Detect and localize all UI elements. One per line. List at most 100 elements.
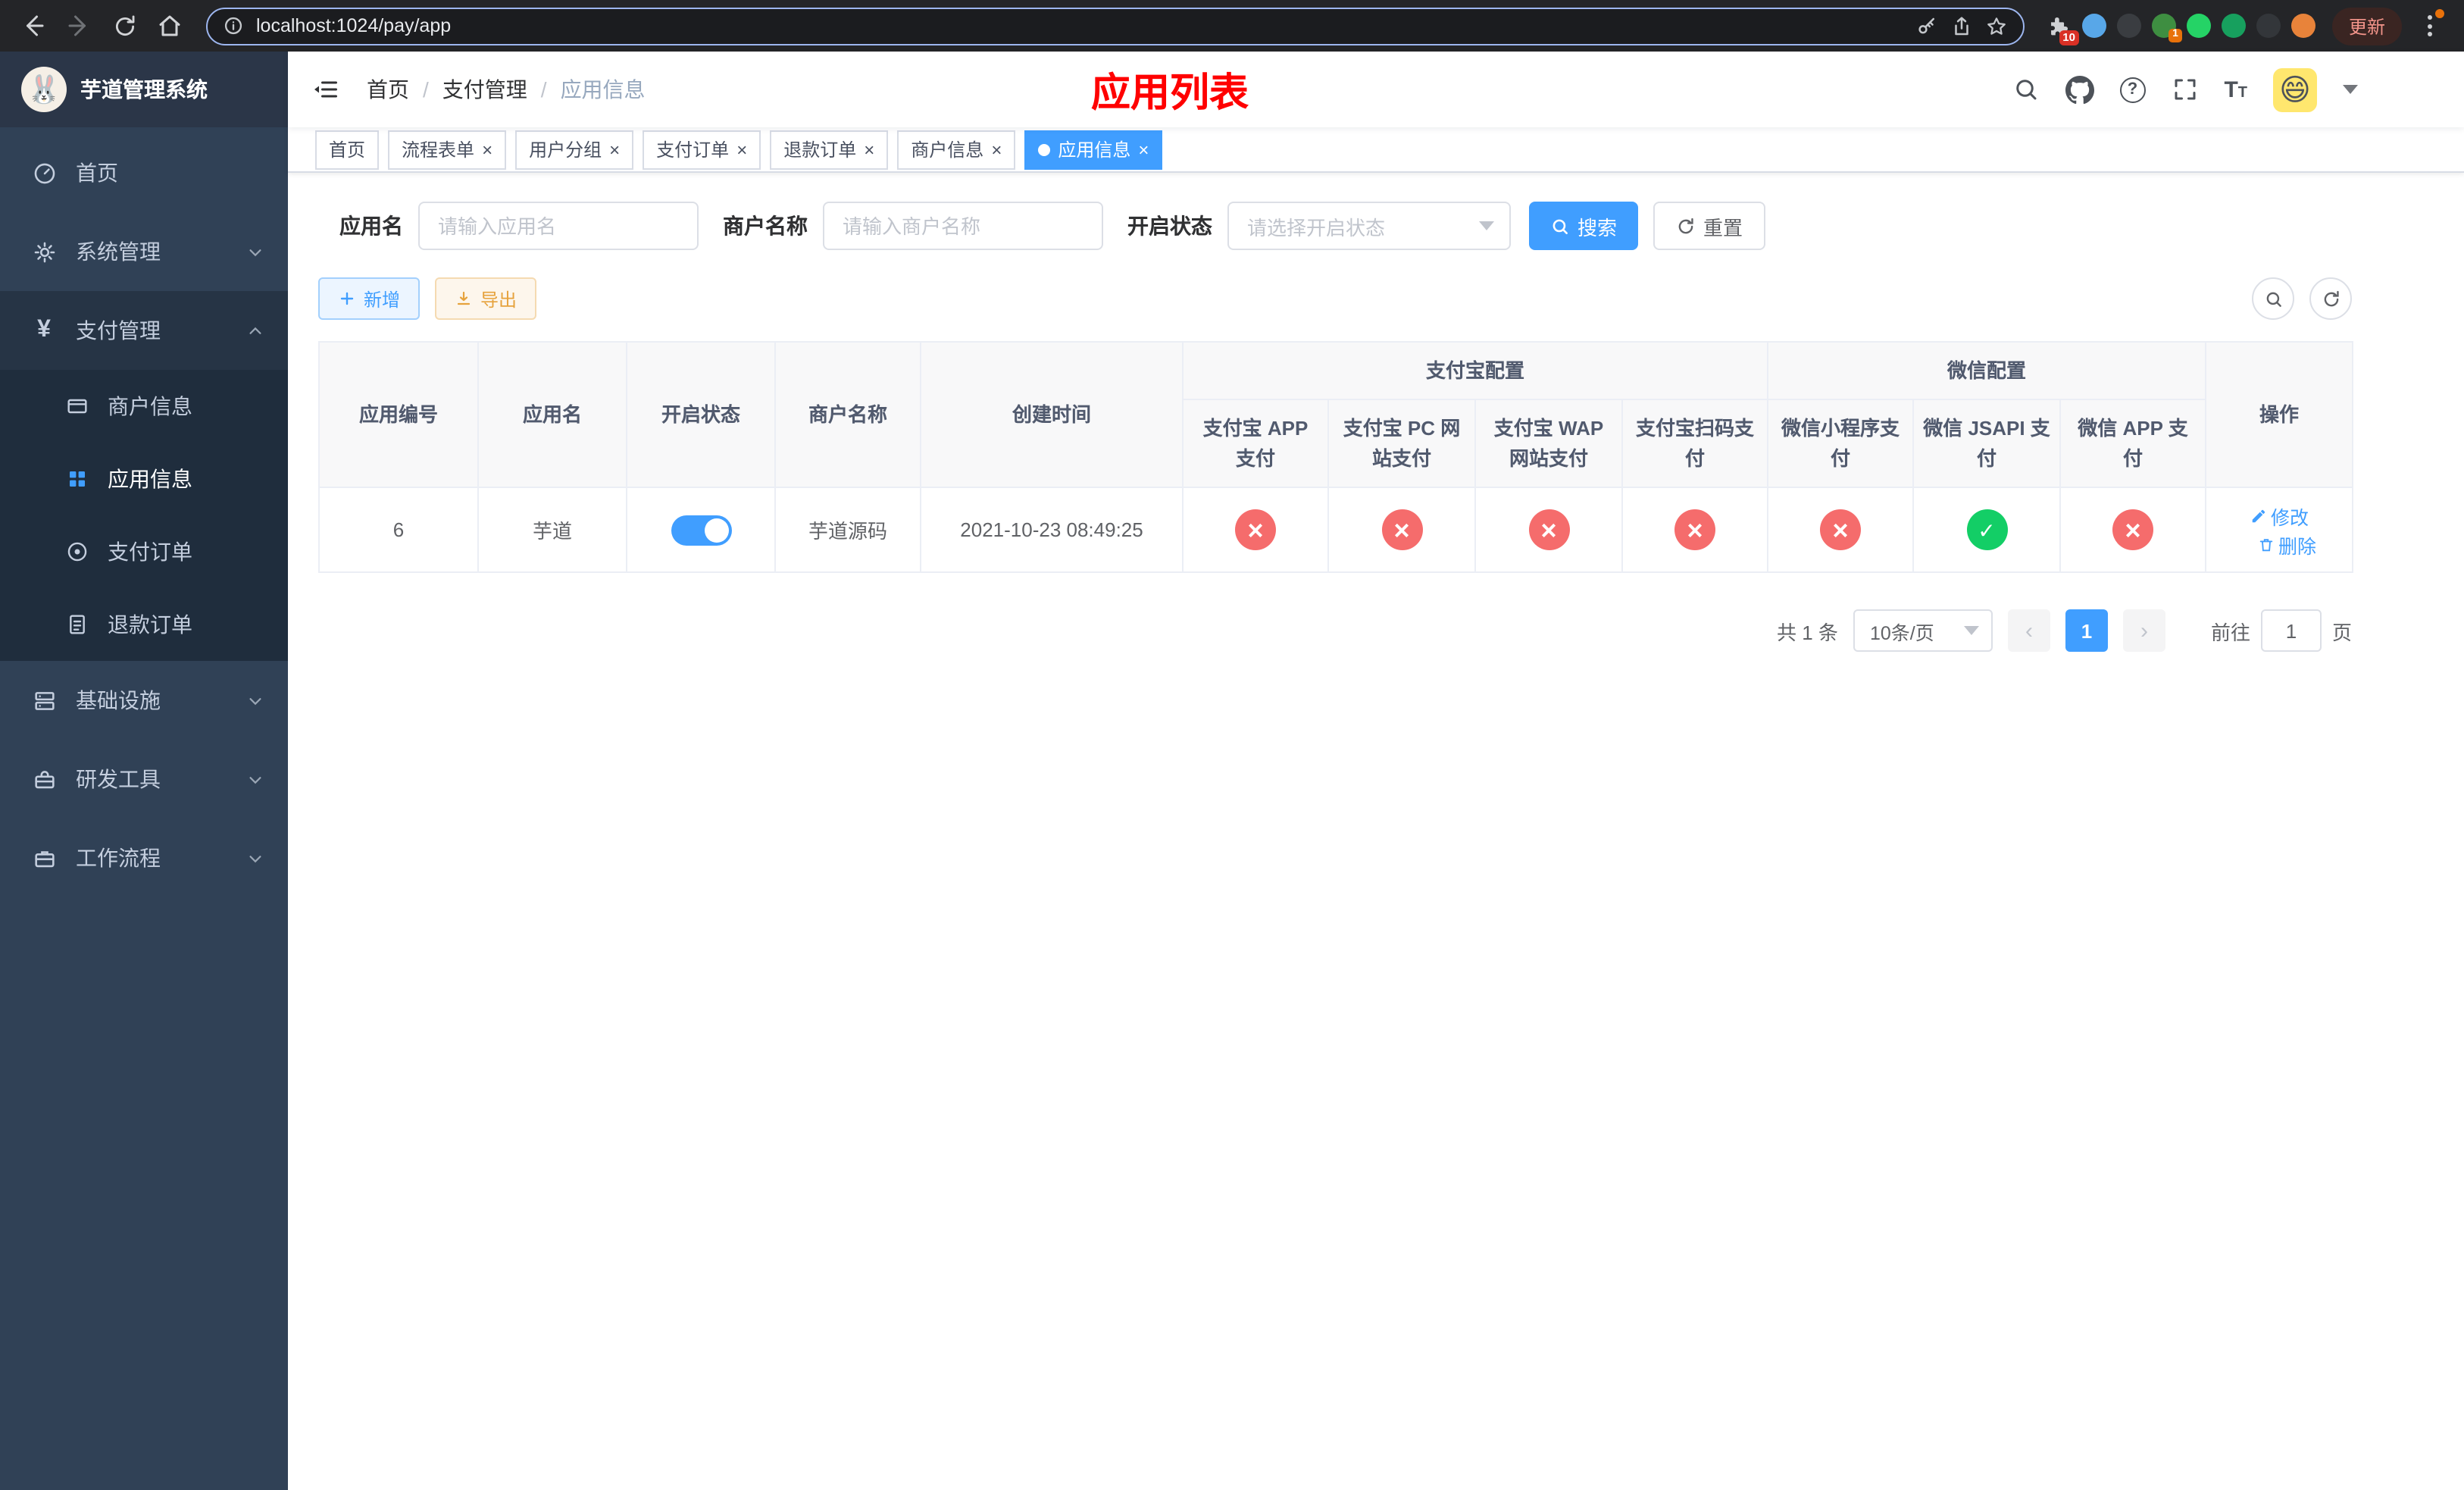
app-title: 芋道管理系统 <box>80 77 208 102</box>
sidebar-item-infrastructure[interactable]: 基础设施 <box>0 661 288 740</box>
extension-icon[interactable] <box>2116 14 2141 38</box>
page-content: 应用名 商户名称 开启状态 请选择开启状态 搜索 <box>288 173 2464 1490</box>
extensions-puzzle-icon[interactable]: 10 <box>2046 13 2079 45</box>
bookmark-star-icon[interactable] <box>1985 14 2008 37</box>
sidebar-item-home[interactable]: 首页 <box>0 133 288 212</box>
extension-icon[interactable] <box>2221 14 2246 38</box>
chevron-down-icon <box>247 850 264 866</box>
share-icon[interactable] <box>1950 14 1973 37</box>
edit-button[interactable]: 修改 <box>2250 501 2309 530</box>
tab-close-icon[interactable] <box>482 140 492 158</box>
help-icon[interactable] <box>2119 77 2146 102</box>
merchant-name-input[interactable] <box>823 202 1103 250</box>
column-header-alipay-pc: 支付宝 PC 网站支付 <box>1327 399 1476 488</box>
extension-badge: 1 <box>2169 28 2182 42</box>
table-toolbar: 新增 导出 <box>318 277 2352 320</box>
sidebar-item-payment[interactable]: ¥ 支付管理 <box>0 291 288 370</box>
tab-merchant-info[interactable]: 商户信息 <box>897 130 1016 169</box>
extension-icon[interactable] <box>2256 14 2281 38</box>
extension-icon[interactable] <box>2186 14 2211 38</box>
add-button[interactable]: 新增 <box>318 277 421 320</box>
url-text[interactable]: localhost:1024/pay/app <box>256 15 1903 36</box>
browser-forward-button[interactable] <box>58 5 100 47</box>
cell-app-name: 芋道 <box>477 487 627 573</box>
table-row: 6 芋道 芋道源码 2021-10-23 08:49:25 × × × × × … <box>318 487 2354 573</box>
browser-menu-button[interactable] <box>2412 6 2446 45</box>
sidebar-item-workflow[interactable]: 工作流程 <box>0 819 288 897</box>
sidebar-fold-icon[interactable] <box>312 76 339 103</box>
refresh-table-button[interactable] <box>2309 277 2352 320</box>
sidebar-item-pay-order[interactable]: 支付订单 <box>0 515 288 588</box>
font-size-icon[interactable]: TT <box>2224 78 2247 101</box>
breadcrumb-item[interactable]: 支付管理 <box>442 74 547 105</box>
reset-button[interactable]: 重置 <box>1653 202 1766 250</box>
wechat-app-status-icon <box>2112 509 2154 550</box>
tab-close-icon[interactable] <box>864 140 874 158</box>
browser-extensions-area: 10 1 更新 <box>2040 6 2452 45</box>
tab-user-group[interactable]: 用户分组 <box>515 130 634 169</box>
goto-label: 前往 <box>2210 621 2250 643</box>
export-button[interactable]: 导出 <box>435 277 537 320</box>
cell-created: 2021-10-23 08:49:25 <box>920 487 1184 573</box>
browser-home-button[interactable] <box>149 5 191 47</box>
sidebar-item-dev-tools[interactable]: 研发工具 <box>0 740 288 819</box>
tab-close-icon[interactable] <box>1138 140 1149 158</box>
extension-icon[interactable]: 1 <box>2151 14 2182 42</box>
delete-button[interactable]: 删除 <box>2257 530 2316 559</box>
tab-close-icon[interactable] <box>609 140 620 158</box>
goto-page-input[interactable] <box>2260 609 2322 652</box>
fullscreen-icon[interactable] <box>2171 76 2198 103</box>
sidebar-item-system[interactable]: 系统管理 <box>0 212 288 291</box>
tab-app-info[interactable]: 应用信息 <box>1024 130 1163 169</box>
tab-pay-order[interactable]: 支付订单 <box>643 130 761 169</box>
app-name-input[interactable] <box>418 202 699 250</box>
tab-refund-order[interactable]: 退款订单 <box>770 130 889 169</box>
breadcrumb-item[interactable]: 首页 <box>367 74 429 105</box>
profile-avatar-icon[interactable] <box>2290 14 2315 38</box>
avatar-caret-icon[interactable] <box>2343 85 2358 94</box>
browser-update-button[interactable]: 更新 <box>2331 7 2402 45</box>
password-key-icon[interactable] <box>1915 14 1938 37</box>
cell-merchant: 芋道源码 <box>774 487 921 573</box>
browser-reload-button[interactable] <box>103 5 145 47</box>
column-header-name: 应用名 <box>477 341 627 488</box>
prev-page-button[interactable]: ‹ <box>2007 609 2050 652</box>
screen: localhost:1024/pay/app 10 1 更新 🐰 芋道管理系统 … <box>0 0 2464 1490</box>
github-icon[interactable] <box>2065 75 2094 104</box>
total-count: 共 1 条 <box>1777 621 1838 643</box>
order-icon <box>64 540 91 564</box>
address-bar[interactable]: localhost:1024/pay/app <box>206 7 2025 45</box>
chevron-down-icon <box>247 692 264 709</box>
alipay-qr-status-icon <box>1674 509 1715 550</box>
server-icon <box>30 687 58 713</box>
column-header-id: 应用编号 <box>318 341 479 488</box>
browser-back-button[interactable] <box>12 5 55 47</box>
extension-icon[interactable] <box>2081 14 2106 38</box>
tab-close-icon[interactable] <box>736 140 747 158</box>
status-select[interactable]: 请选择开启状态 <box>1227 202 1511 250</box>
toggle-search-button[interactable] <box>2252 277 2294 320</box>
page-size-select[interactable]: 10条/页 <box>1853 609 1993 652</box>
search-icon[interactable] <box>2012 76 2039 103</box>
search-button[interactable]: 搜索 <box>1529 202 1639 250</box>
payment-submenu: 商户信息 应用信息 支付订单 退款订单 <box>0 370 288 661</box>
tab-process-form[interactable]: 流程表单 <box>388 130 507 169</box>
tab-home[interactable]: 首页 <box>315 130 380 169</box>
column-header-wx-jsapi: 微信 JSAPI 支付 <box>1912 399 2062 488</box>
column-header-actions: 操作 <box>2205 341 2354 488</box>
user-avatar[interactable]: 😄 <box>2273 67 2317 111</box>
sidebar-item-merchant-info[interactable]: 商户信息 <box>0 370 288 443</box>
site-info-icon[interactable] <box>223 15 244 36</box>
column-header-alipay-wap: 支付宝 WAP 网站支付 <box>1474 399 1623 488</box>
merchant-name-label: 商户名称 <box>723 214 808 238</box>
gear-icon <box>30 239 58 265</box>
tab-close-icon[interactable] <box>991 140 1002 158</box>
sidebar-item-refund-order[interactable]: 退款订单 <box>0 588 288 661</box>
app-name-label: 应用名 <box>339 214 403 238</box>
page-number-button[interactable]: 1 <box>2065 609 2108 652</box>
status-toggle[interactable] <box>671 515 731 545</box>
sidebar-item-app-info[interactable]: 应用信息 <box>0 443 288 515</box>
next-page-button[interactable]: › <box>2122 609 2165 652</box>
status-label: 开启状态 <box>1127 214 1212 238</box>
column-header-merchant: 商户名称 <box>774 341 921 488</box>
